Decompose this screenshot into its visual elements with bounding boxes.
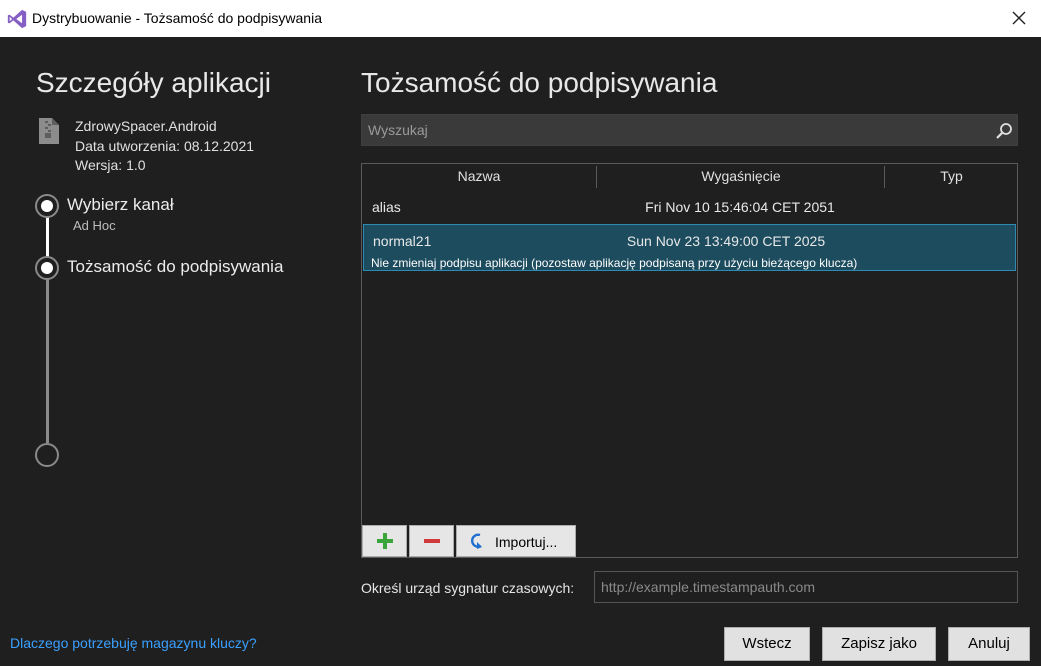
window-title: Dystrybuowanie - Tożsamość do podpisywan… xyxy=(32,10,322,26)
remove-identity-button[interactable] xyxy=(409,525,454,557)
column-header-name[interactable]: Nazwa xyxy=(362,164,596,189)
app-name: ZdrowySpacer.Android xyxy=(75,118,217,134)
cancel-button[interactable]: Anuluj xyxy=(948,627,1030,661)
search-icon[interactable] xyxy=(995,122,1013,140)
table-header: Nazwa Wygaśnięcie Typ xyxy=(362,164,1017,189)
step-completed-indicator xyxy=(35,194,59,218)
app-details-heading: Szczegóły aplikacji xyxy=(36,67,271,98)
search-input[interactable] xyxy=(362,115,982,145)
import-button[interactable]: Importuj... xyxy=(456,525,576,557)
step-signing-identity: Tożsamość do podpisywania xyxy=(67,257,284,276)
minus-icon xyxy=(424,539,440,543)
identity-table: Nazwa Wygaśnięcie Typ alias Fri Nov 10 1… xyxy=(361,163,1018,558)
column-divider[interactable] xyxy=(596,166,597,188)
step-channel-value: Ad Hoc xyxy=(73,218,116,233)
app-info: ZdrowySpacer.Android Data utworzenia: 08… xyxy=(75,117,254,176)
timeline-pending-line xyxy=(46,275,49,443)
timestamp-authority-label: Określ urząd sygnatur czasowych: xyxy=(361,580,575,596)
save-as-button[interactable]: Zapisz jako xyxy=(822,627,936,661)
column-divider[interactable] xyxy=(884,166,885,188)
import-icon xyxy=(470,533,482,549)
identity-expiration: Fri Nov 10 15:46:04 CET 2051 xyxy=(645,199,835,215)
column-header-expiration[interactable]: Wygaśnięcie xyxy=(598,164,884,189)
title-bar: Dystrybuowanie - Tożsamość do podpisywan… xyxy=(0,0,1041,37)
table-row-selected[interactable]: normal21 Sun Nov 23 13:49:00 CET 2025 Ni… xyxy=(363,224,1016,271)
add-identity-button[interactable] xyxy=(362,525,407,557)
identity-note: Nie zmieniaj podpisu aplikacji (pozostaw… xyxy=(371,256,858,270)
app-version: Wersja: 1.0 xyxy=(75,157,146,173)
step-choose-channel[interactable]: Wybierz kanał xyxy=(67,195,174,215)
identity-expiration: Sun Nov 23 13:49:00 CET 2025 xyxy=(626,233,826,249)
dialog-body: Szczegóły aplikacji ZdrowySpacer.Android… xyxy=(0,37,1041,666)
step-current-indicator xyxy=(35,256,59,280)
visual-studio-logo-icon xyxy=(7,9,27,29)
signing-identity-heading: Tożsamość do podpisywania xyxy=(361,67,718,98)
identity-name: alias xyxy=(372,199,401,215)
step-pending-indicator xyxy=(35,443,59,467)
plus-icon xyxy=(377,533,393,549)
back-button[interactable]: Wstecz xyxy=(724,627,810,661)
column-header-type[interactable]: Typ xyxy=(886,164,1017,189)
close-icon[interactable] xyxy=(1007,6,1031,30)
table-row[interactable]: alias Fri Nov 10 15:46:04 CET 2051 xyxy=(362,196,1017,220)
search-box xyxy=(361,114,1018,146)
import-label: Importuj... xyxy=(495,534,558,550)
keystore-help-link[interactable]: Dlaczego potrzebuję magazynu kluczy? xyxy=(10,635,257,651)
timestamp-authority-input[interactable] xyxy=(594,571,1018,603)
table-toolbar: Importuj... xyxy=(361,524,1018,558)
creation-date: Data utworzenia: 08.12.2021 xyxy=(75,137,255,154)
identity-name: normal21 xyxy=(373,233,432,249)
archive-file-icon xyxy=(39,118,59,144)
